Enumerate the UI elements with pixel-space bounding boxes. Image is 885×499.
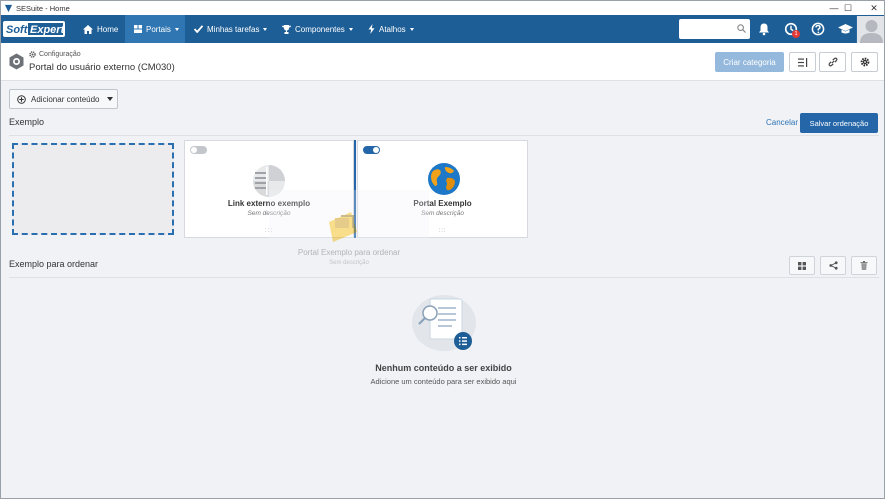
maximize-button[interactable]: ☐ xyxy=(834,1,862,15)
check-icon xyxy=(194,25,203,33)
close-button[interactable]: ✕ xyxy=(860,1,884,15)
ghost-description: Sem descrição xyxy=(329,260,369,266)
home-icon xyxy=(83,24,93,34)
chevron-down-icon xyxy=(409,27,414,31)
list-view-button[interactable] xyxy=(789,52,816,72)
window-title: SESuite - Home xyxy=(16,3,70,13)
logo-text-soft: Soft xyxy=(6,24,29,36)
section-title-exemplo-para-ordenar: Exemplo para ordenar xyxy=(9,259,99,269)
user-avatar[interactable] xyxy=(856,16,884,43)
trophy-icon xyxy=(282,24,291,34)
settings-hex-icon xyxy=(9,53,24,70)
nav-item-componentes[interactable]: Componentes xyxy=(282,15,353,43)
search-input[interactable] xyxy=(682,20,737,39)
save-order-button[interactable]: Salvar ordenação xyxy=(800,113,878,133)
tasks-indicator[interactable]: 1 xyxy=(784,22,800,38)
divider xyxy=(9,277,879,278)
notification-badge: 1 xyxy=(792,30,800,38)
close-icon: ✕ xyxy=(870,2,878,13)
nav-item-componentes-label: Componentes xyxy=(295,24,345,34)
cancel-link[interactable]: Cancelar xyxy=(766,118,798,127)
nav-item-atalhos[interactable]: Atalhos xyxy=(368,15,414,43)
empty-state-illustration xyxy=(412,295,476,351)
empty-state-title: Nenhum conteúdo a ser exibido xyxy=(375,363,512,373)
nav-item-minhas-tarefas-label: Minhas tarefas xyxy=(207,24,260,34)
softexpert-logo: Soft Expert xyxy=(3,21,65,37)
chevron-down-icon xyxy=(174,27,179,31)
settings-button[interactable] xyxy=(851,52,878,72)
drop-placeholder[interactable] xyxy=(12,143,174,235)
logo-text-expert: Expert xyxy=(30,24,65,36)
delete-button[interactable] xyxy=(851,256,877,275)
chevron-down-icon xyxy=(348,27,353,31)
share-icon xyxy=(828,261,838,270)
grid-icon xyxy=(798,261,806,270)
chevron-down-icon xyxy=(106,97,113,101)
bolt-icon xyxy=(368,24,375,34)
help-icon[interactable] xyxy=(811,22,825,36)
maximize-icon: ☐ xyxy=(843,2,853,13)
card-toggle[interactable] xyxy=(190,146,207,154)
portals-icon xyxy=(134,25,142,33)
search-icon[interactable] xyxy=(737,24,746,33)
chevron-down-icon xyxy=(263,27,268,31)
window-titlebar: SESuite - Home — ☐ ✕ xyxy=(1,1,884,15)
gear-icon xyxy=(29,51,36,58)
bell-icon[interactable] xyxy=(757,22,771,36)
link-button[interactable] xyxy=(819,52,846,72)
add-content-label: Adicionar conteúdo xyxy=(31,94,100,104)
graduation-cap-icon[interactable] xyxy=(838,22,853,36)
empty-state-subtitle: Adicione um conteúdo para ser exibido aq… xyxy=(370,377,517,386)
grid-view-button[interactable] xyxy=(789,256,815,275)
share-button[interactable] xyxy=(820,256,846,275)
nav-item-home-label: Home xyxy=(97,24,119,34)
link-icon xyxy=(828,57,837,67)
nav-item-portais[interactable]: Portais xyxy=(125,15,185,43)
ghost-title: Portal Exemplo para ordenar xyxy=(297,248,401,257)
card-toggle[interactable] xyxy=(363,146,380,154)
top-navbar: Soft Expert Home Portais Minhas tarefas … xyxy=(1,15,884,43)
breadcrumb-label[interactable]: Configuração xyxy=(39,51,81,58)
user-icon xyxy=(860,20,883,43)
add-content-button[interactable]: Adicionar conteúdo xyxy=(9,89,118,109)
breadcrumb: Configuração xyxy=(29,51,81,58)
gear-icon xyxy=(860,57,869,67)
nav-item-home[interactable]: Home xyxy=(75,15,126,43)
plus-circle-icon xyxy=(17,94,26,104)
nav-item-atalhos-label: Atalhos xyxy=(379,24,406,34)
app-icon xyxy=(4,4,13,12)
app-window: SESuite - Home — ☐ ✕ Soft Expert Home Po… xyxy=(0,0,885,499)
divider xyxy=(9,135,879,136)
trash-icon xyxy=(860,261,868,270)
globe-icon xyxy=(428,163,460,195)
page-title: Portal do usuário externo (CM030) xyxy=(29,62,175,73)
search-box xyxy=(679,19,750,39)
portal-icon xyxy=(329,212,357,242)
section-title-exemplo: Exemplo xyxy=(9,117,45,127)
list-icon xyxy=(797,57,807,67)
nav-item-minhas-tarefas[interactable]: Minhas tarefas xyxy=(194,15,268,43)
nav-item-portais-label: Portais xyxy=(146,24,171,34)
create-category-button[interactable]: Criar categoria xyxy=(715,52,784,72)
dragging-card-ghost: Portal Exemplo para ordenar Sem descriçã… xyxy=(269,190,429,282)
